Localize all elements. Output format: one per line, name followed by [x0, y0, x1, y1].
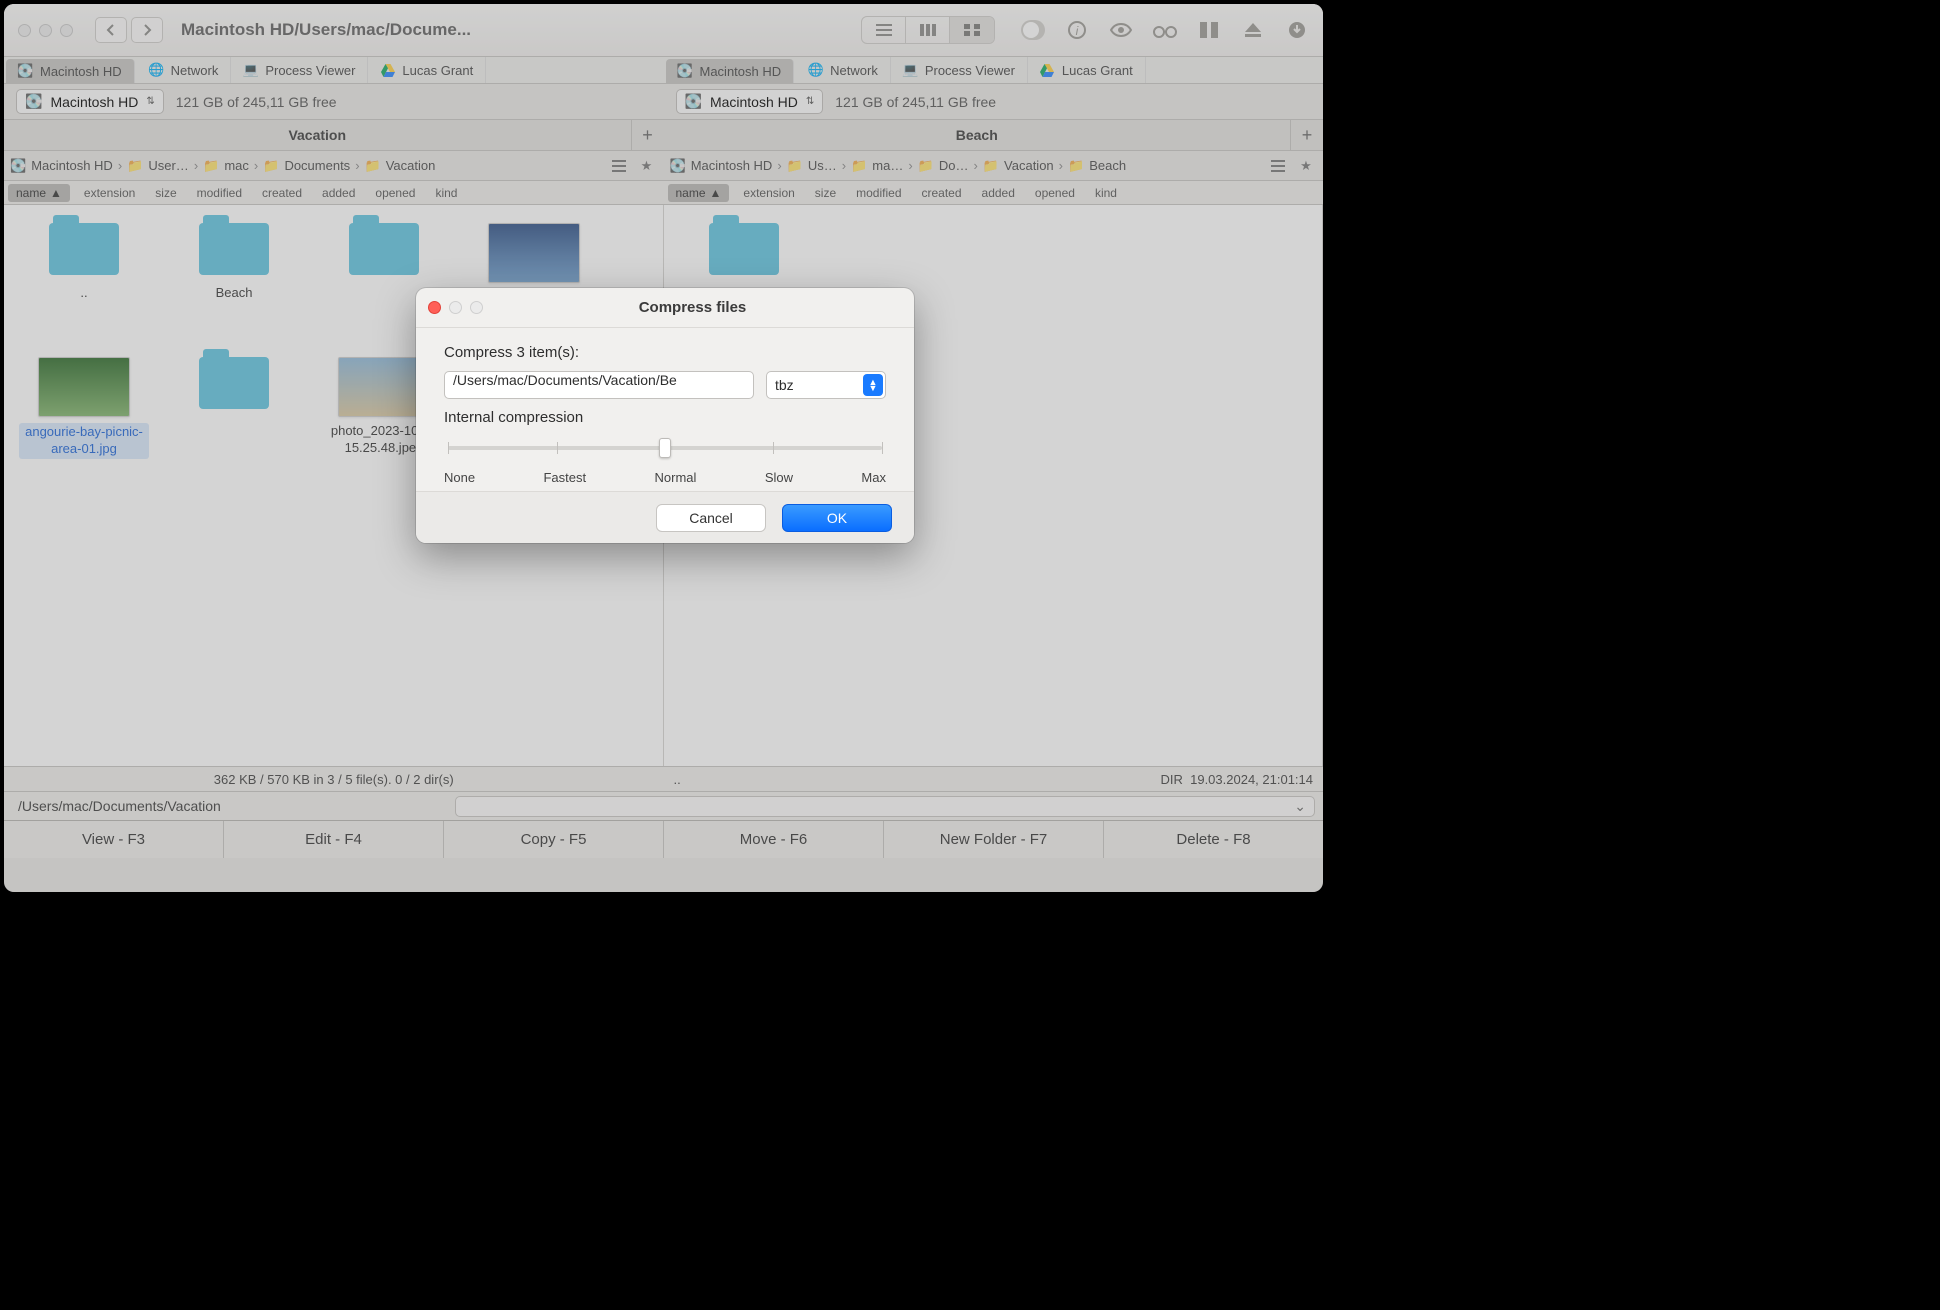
dialog-zoom-icon: [470, 301, 483, 314]
compress-dialog: Compress files Compress 3 item(s): /User…: [416, 288, 914, 543]
app-window: Macintosh HD/Users/mac/Docume... i 💽Maci…: [4, 4, 1323, 892]
slider-label: Fastest: [543, 470, 586, 485]
slider-label: Max: [861, 470, 886, 485]
slider-knob[interactable]: [659, 438, 671, 458]
format-value: tbz: [775, 377, 794, 393]
ok-button[interactable]: OK: [782, 504, 892, 532]
dialog-titlebar: Compress files: [416, 288, 914, 328]
slider-label: None: [444, 470, 475, 485]
archive-format-select[interactable]: tbz ▲▼: [766, 371, 886, 399]
chevron-updown-icon: ▲▼: [863, 374, 883, 396]
dialog-close-icon[interactable]: [428, 301, 441, 314]
archive-path-input[interactable]: /Users/mac/Documents/Vacation/Be: [444, 371, 754, 399]
compression-label: Internal compression: [444, 409, 886, 426]
slider-label: Normal: [655, 470, 697, 485]
slider-label: Slow: [765, 470, 793, 485]
dialog-minimize-icon: [449, 301, 462, 314]
cancel-button[interactable]: Cancel: [656, 504, 766, 532]
dialog-subtitle: Compress 3 item(s):: [444, 344, 886, 361]
slider-labels: None Fastest Normal Slow Max: [444, 470, 886, 485]
dialog-title: Compress files: [483, 299, 902, 316]
compression-slider[interactable]: [444, 432, 886, 472]
